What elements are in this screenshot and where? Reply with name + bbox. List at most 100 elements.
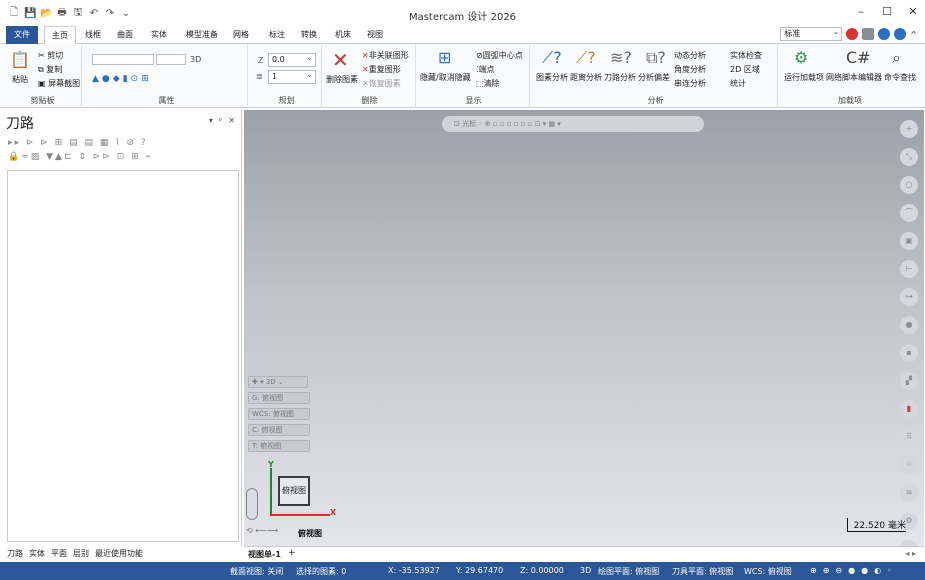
link-icon[interactable]: ⊶ bbox=[900, 288, 918, 306]
status-icons[interactable]: ⊕⊕⊖●●◐◦ bbox=[810, 566, 898, 575]
tab-transform[interactable]: 转换 bbox=[296, 26, 322, 44]
stats-button[interactable]: 统计 bbox=[730, 78, 746, 89]
color-tools[interactable]: ▲●◆▮⊙⊞ bbox=[92, 74, 152, 84]
tab-model-prep[interactable]: 模型准备 bbox=[180, 26, 224, 44]
maximize-icon[interactable]: ☐ bbox=[881, 5, 893, 18]
tab-levels[interactable]: 层别 bbox=[73, 548, 89, 559]
tab-surfaces[interactable]: 曲面 bbox=[112, 26, 138, 44]
stop-icon[interactable] bbox=[846, 28, 859, 40]
unrelated-button[interactable]: ✕非关联图形 bbox=[362, 50, 409, 61]
dynamic-analysis-button[interactable]: 动态分析 bbox=[674, 50, 706, 61]
measure-icon[interactable]: ⊢ bbox=[900, 260, 918, 278]
gview-dropdown[interactable]: G: 俯视图 bbox=[248, 392, 310, 404]
tool-icon-2[interactable]: ⤡ bbox=[900, 148, 918, 166]
screenshot-button[interactable]: ▣ 屏幕截图 bbox=[38, 78, 80, 89]
tplane-dropdown[interactable]: T: 俯视图 bbox=[248, 440, 310, 452]
tab-wireframe[interactable]: 线框 bbox=[80, 26, 106, 44]
view-nav-control[interactable] bbox=[246, 488, 258, 520]
unrelated-icon: ✕ bbox=[362, 51, 369, 60]
grid-icon[interactable]: ⠿ bbox=[900, 428, 918, 446]
tab-home[interactable]: 主页 bbox=[44, 26, 76, 45]
viewsheet-tabs: 视图单-1 + ◂ ▸ bbox=[244, 546, 924, 560]
section-view-status[interactable]: 截面视图: 关闭 bbox=[230, 566, 283, 577]
tab-toolpaths[interactable]: 刀路 bbox=[7, 548, 23, 559]
point-style-dropdown[interactable] bbox=[92, 54, 154, 65]
toolpath-analysis-button[interactable]: 刀路分析 bbox=[604, 72, 636, 83]
solid-check-button[interactable]: 实体检查 bbox=[730, 50, 762, 61]
minimize-icon[interactable]: – bbox=[855, 5, 867, 18]
level-input[interactable]: 1 bbox=[268, 69, 316, 84]
panel-close-icon[interactable]: ✕ bbox=[228, 116, 235, 125]
view-orbit-controls[interactable]: ⟲ ⟵⟶ bbox=[246, 526, 278, 535]
viewsheet-tab-1[interactable]: 视图单-1 bbox=[248, 549, 281, 560]
toolpath-tree[interactable] bbox=[7, 170, 239, 542]
script-editor-button[interactable]: 网络脚本编辑器 bbox=[826, 72, 882, 83]
run-addin-button[interactable]: 运行加载项 bbox=[784, 72, 824, 83]
scroll-tabs-icon[interactable]: ◂ ▸ bbox=[905, 549, 916, 558]
cplane-dropdown[interactable]: C: 俯视图 bbox=[248, 424, 310, 436]
toolpath-toolbar-row2[interactable]: 🔒≈▨ ▼▲⊏ ⇕ ⊳⊳ ⊡ ⊞ ⌁ bbox=[8, 152, 153, 162]
copy-button[interactable]: ⧉ 复制 bbox=[38, 64, 62, 75]
points-icon[interactable]: ⁘ bbox=[900, 456, 918, 474]
stack-icon[interactable]: ≋ bbox=[900, 484, 918, 502]
line-style-dropdown[interactable] bbox=[156, 54, 186, 65]
workspace-dropdown[interactable]: 标准 bbox=[780, 26, 843, 41]
tab-view[interactable]: 视图 bbox=[362, 26, 388, 44]
angle-analysis-button[interactable]: 角度分析 bbox=[674, 64, 706, 75]
help-icon[interactable] bbox=[894, 28, 907, 40]
camera-icon[interactable]: ▣ bbox=[900, 232, 918, 250]
info-icon[interactable] bbox=[878, 28, 891, 40]
curve-icon[interactable]: ⌒ bbox=[900, 204, 918, 222]
view-mode-toggle[interactable]: ✚ ▾ 3D ⌄ bbox=[248, 376, 308, 388]
tab-machine[interactable]: 机床 bbox=[330, 26, 356, 44]
restore-button[interactable]: ✕恢复图素 bbox=[362, 78, 401, 89]
addins-group-label: 加载项 bbox=[838, 96, 862, 105]
solid-color-icon[interactable]: ▮ bbox=[900, 400, 918, 418]
cube-icon[interactable]: ▪ bbox=[900, 344, 918, 362]
view-cube[interactable]: 俯视图 bbox=[278, 476, 310, 506]
paste-button[interactable]: 粘贴 bbox=[12, 74, 28, 85]
circle-icon[interactable]: ○ bbox=[900, 176, 918, 194]
arc-center-button[interactable]: ⊘圆弧中心点 bbox=[476, 50, 523, 61]
toolpath-toolbar-row1[interactable]: ▸▸ ⊳ ⊳ ⊞ ▤ ▤ ▦ ⌇ ⊘ ? bbox=[8, 138, 148, 148]
deviation-analysis-button[interactable]: 分析偏差 bbox=[638, 72, 670, 83]
delete-entity-button[interactable]: 删除图素 bbox=[326, 74, 358, 85]
pin-icon[interactable]: ᵖ bbox=[219, 116, 222, 125]
graphics-viewport[interactable]: ⊡ 光标 ◦ ⊕ ▫ ▫ ▫ ▫ ▫ ▫ ⊡ ▾ ▦ ▾ + ⤡ ○ ⌒ ▣ ⊢… bbox=[244, 110, 924, 558]
tool-plane-status[interactable]: 刀具平面: 俯视图 bbox=[672, 566, 733, 577]
construction-plane-status[interactable]: 绘图平面: 俯视图 bbox=[598, 566, 659, 577]
add-viewsheet-button[interactable]: + bbox=[288, 548, 296, 558]
tab-file[interactable]: 文件 bbox=[6, 26, 38, 44]
entity-analysis-button[interactable]: 图素分析 bbox=[536, 72, 568, 83]
shade-icon[interactable]: ● bbox=[900, 316, 918, 334]
zoom-icon[interactable]: + bbox=[900, 120, 918, 138]
wcs-dropdown[interactable]: WCS: 俯视图 bbox=[248, 408, 310, 420]
clear-button[interactable]: ⬚清除 bbox=[476, 78, 500, 89]
endpoints-button[interactable]: ⁚端点 bbox=[476, 64, 495, 75]
feedback-icon[interactable] bbox=[862, 28, 875, 40]
restore-label: 恢复图素 bbox=[368, 79, 401, 88]
collapse-ribbon-icon[interactable]: ^ bbox=[910, 30, 917, 39]
close-icon[interactable]: ✕ bbox=[907, 5, 919, 18]
mode-3d[interactable]: 3D bbox=[580, 566, 591, 575]
tab-solids[interactable]: 实体 bbox=[146, 26, 172, 44]
wcs-status[interactable]: WCS: 俯视图 bbox=[744, 566, 792, 577]
z-depth-input[interactable]: 0.0 bbox=[268, 52, 316, 67]
layers-icon[interactable]: ▞ bbox=[900, 372, 918, 390]
tab-drafting[interactable]: 标注 bbox=[264, 26, 290, 44]
tab-mesh[interactable]: 网格 bbox=[228, 26, 254, 44]
command-find-button[interactable]: 命令查找 bbox=[884, 72, 916, 83]
level-icon: ≣ bbox=[256, 72, 263, 81]
tab-solids-panel[interactable]: 实体 bbox=[29, 548, 45, 559]
area-2d-button[interactable]: 2D 区域 bbox=[730, 64, 760, 75]
tab-planes[interactable]: 平面 bbox=[51, 548, 67, 559]
panel-dropdown-icon[interactable]: ▾ bbox=[209, 116, 213, 125]
chain-analysis-button[interactable]: 串连分析 bbox=[674, 78, 706, 89]
duplicate-button[interactable]: ✕重复图形 bbox=[362, 64, 401, 75]
selection-toolbar[interactable]: ⊡ 光标 ◦ ⊕ ▫ ▫ ▫ ▫ ▫ ▫ ⊡ ▾ ▦ ▾ bbox=[442, 116, 704, 132]
distance-analysis-button[interactable]: 距离分析 bbox=[570, 72, 602, 83]
tab-recent[interactable]: 最近使用功能 bbox=[95, 548, 143, 559]
cut-button[interactable]: ✂ 剪切 bbox=[38, 50, 63, 61]
hide-button[interactable]: 隐藏/取消隐藏 bbox=[420, 72, 471, 83]
scale-indicator: 22.520 毫米 bbox=[846, 518, 906, 532]
